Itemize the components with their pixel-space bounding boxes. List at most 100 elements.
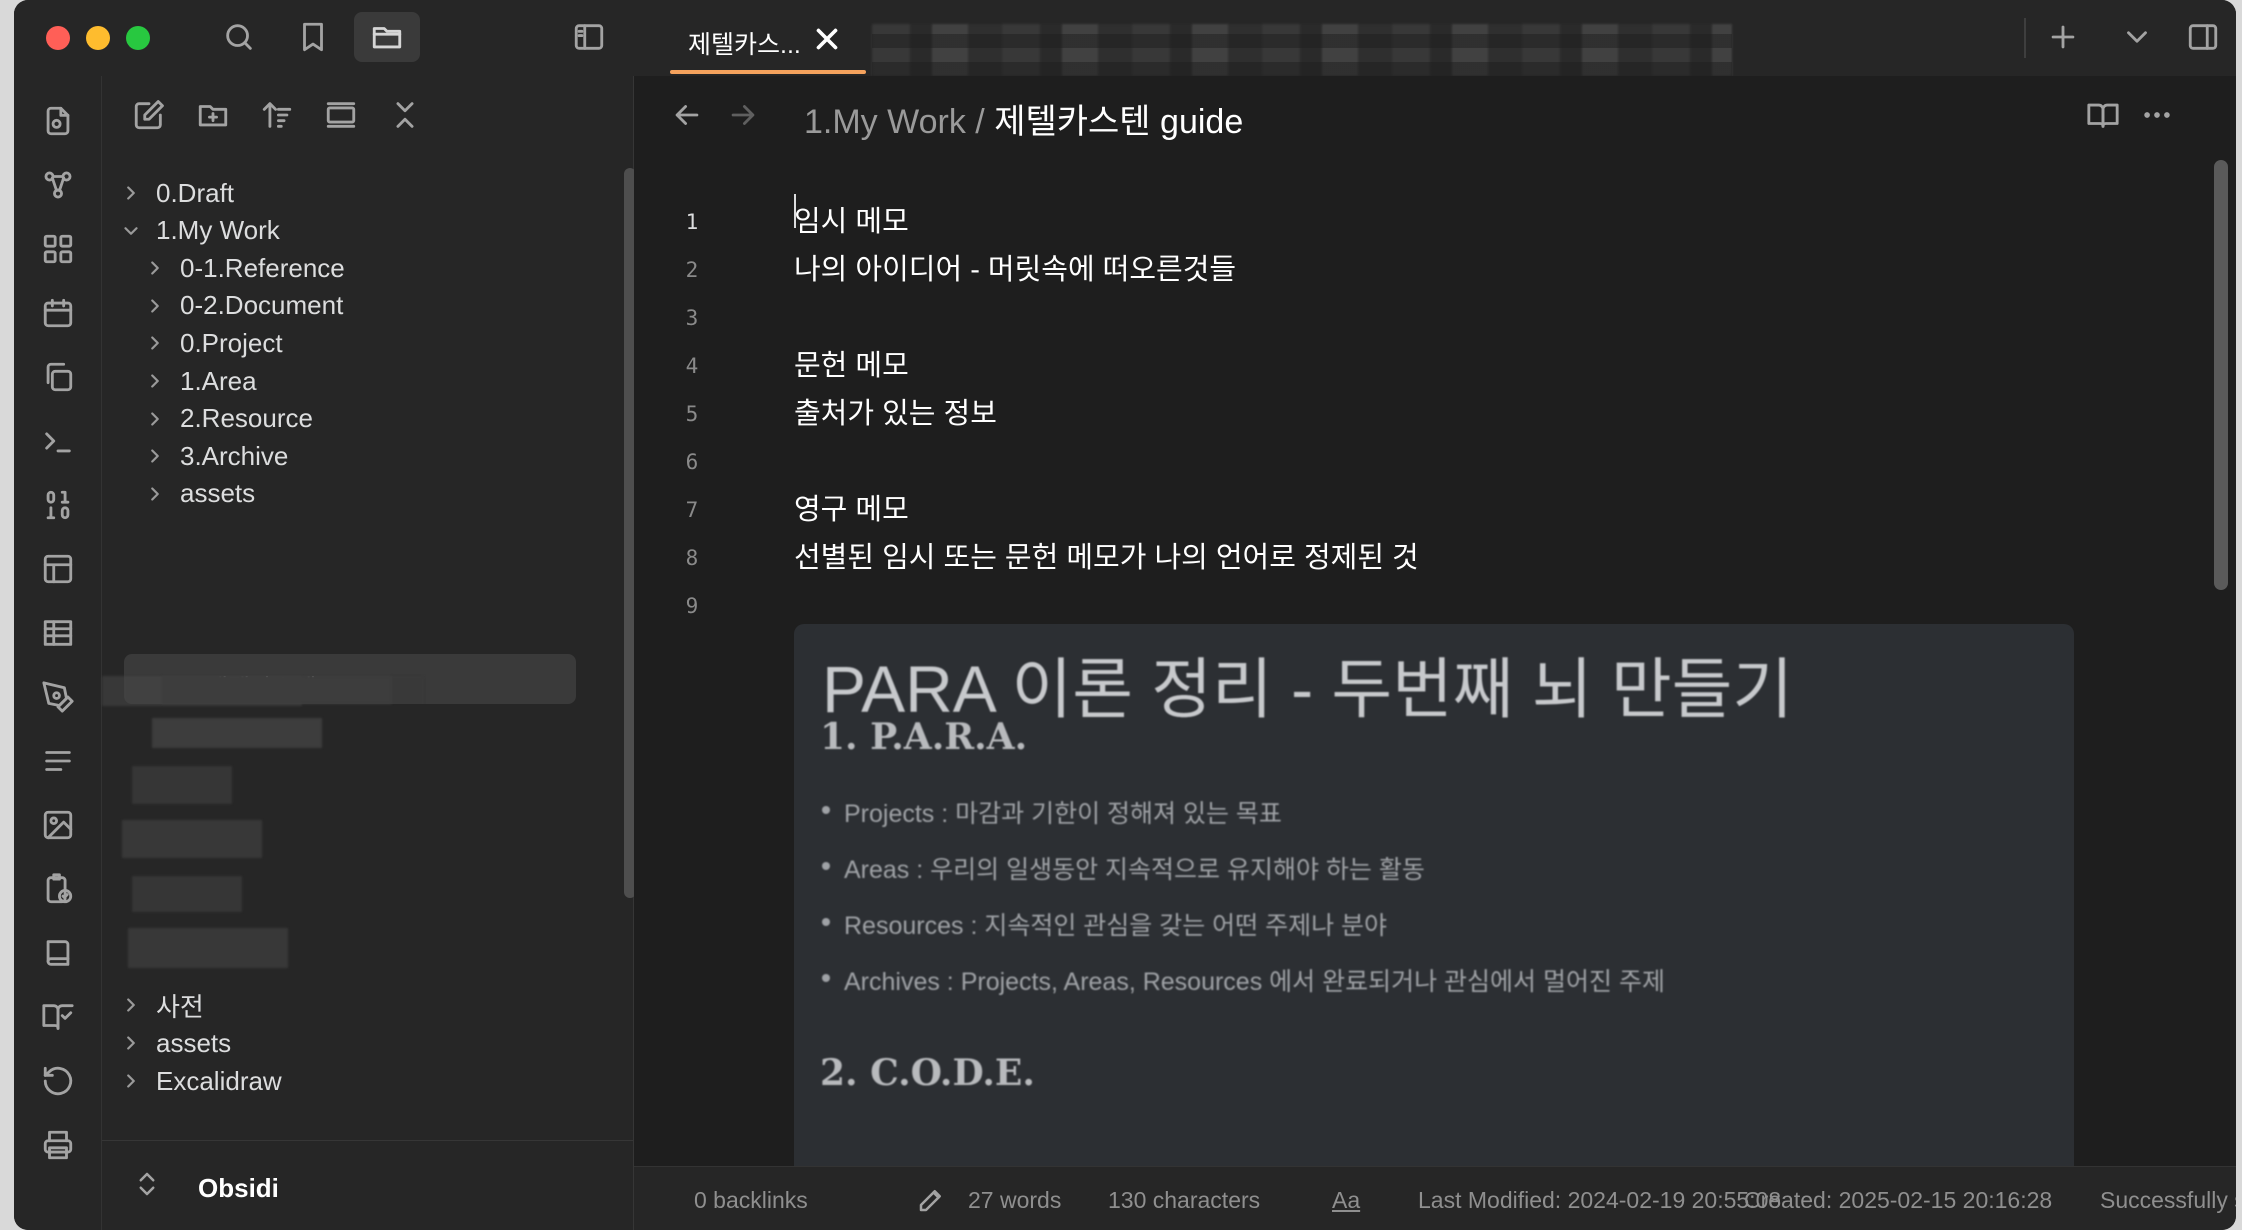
tab-list-button[interactable] [2104,12,2170,62]
app-window: 제텔카스... 0.Draft 1.My Work 0-1.Reference … [14,0,2236,1230]
tab-bar: 제텔카스... [634,0,2236,76]
breadcrumb-parent[interactable]: 1.My Work [804,103,966,141]
close-icon[interactable] [810,22,844,56]
tree-item-label: assets [180,478,256,509]
sidebar-right-icon [2188,24,2218,50]
pencil-icon[interactable] [916,1185,946,1215]
files-icon[interactable] [41,104,75,138]
bookmarks-button[interactable] [280,12,346,62]
text-caret [794,194,796,228]
line-number: 9 [685,594,699,618]
book-icon[interactable] [41,936,75,970]
line-number: 1 [685,210,699,234]
created-date: Created: 2025-02-15 20:16:28 [1744,1187,2053,1213]
chevron-right-icon [151,336,159,350]
reading-view-icon[interactable] [2086,98,2120,132]
blurred-region [152,718,322,748]
blurred-region [132,766,232,804]
embed-bullet: Projects : 마감과 기한이 정해져 있는 목표 [822,794,1282,830]
tree-item-label: 3.Archive [180,440,289,471]
arrow-left-icon[interactable] [670,98,704,132]
editor-line-text[interactable]: 선별된 임시 또는 문헌 메모가 나의 언어로 정제된 것 [794,534,1419,576]
tree-item[interactable]: assets [144,471,255,517]
chevron-up-down-icon [139,1172,155,1196]
tree-item-label: 2.Resource [180,403,313,434]
pen-icon[interactable] [41,680,75,714]
chevron-right-icon [151,411,159,426]
ribbon [14,76,102,1230]
chevron-right-icon [151,449,159,463]
blurred-region [132,876,242,912]
tree-item-label: 0-2.Document [180,290,344,321]
tree-item-label: 0.Project [180,327,283,358]
editor-line-text[interactable]: 나의 아이디어 - 머릿속에 떠오른것들 [794,246,1236,288]
chevron-right-icon [151,261,159,275]
line-number: 3 [685,306,699,330]
binary-icon[interactable] [41,488,75,522]
table-icon[interactable] [41,616,75,650]
tree-item-label: 1.My Work [156,215,280,246]
editor-line-text[interactable]: 문헌 메모 [794,342,909,384]
toggle-right-sidebar-button[interactable] [2170,12,2236,62]
tab-title: 제텔카스... [688,31,801,59]
embed-heading-2: 2. C.O.D.E. [820,1052,1035,1094]
editor-line-text[interactable]: 영구 메모 [794,486,909,528]
tree-item-label: 사전 [156,991,204,1022]
tree-item-label: 0.Draft [156,177,235,208]
printer-icon[interactable] [41,1128,75,1162]
book-check-icon[interactable] [41,1000,75,1034]
auto-reveal-icon[interactable] [324,98,358,132]
vault-name: Obsidi [198,1173,279,1203]
new-tab-button[interactable] [2030,12,2096,62]
editor-scrollbar[interactable] [2214,160,2228,590]
close-window-button[interactable] [46,26,70,50]
image-icon[interactable] [41,808,75,842]
explorer-toolbar [132,98,422,132]
new-note-icon[interactable] [132,98,166,132]
dashboard-icon[interactable] [41,232,75,266]
editor-line-text[interactable]: 임시 메모 [794,198,909,240]
character-count: 130 characters [1108,1187,1261,1213]
tree-item-label: 0-1.Reference [180,252,345,283]
copy-icon[interactable] [41,360,75,394]
zoom-window-button[interactable] [126,26,150,50]
history-icon[interactable] [41,1064,75,1098]
breadcrumb-current[interactable]: 제텔카스텐 guide [994,103,1243,141]
list-icon[interactable] [41,744,75,778]
file-explorer-button[interactable] [354,12,420,62]
sync-status[interactable]: Successfully synced just now [2100,1187,2236,1214]
editor-line-text[interactable]: 출처가 있는 정보 [794,390,997,432]
terminal-icon[interactable] [41,424,75,458]
collapse-all-icon[interactable] [388,98,422,132]
line-number: 4 [685,354,699,378]
search-icon [226,24,252,50]
backlinks-count[interactable]: 0 backlinks [694,1187,808,1214]
calendar-icon[interactable] [41,296,75,330]
clipboard-check-icon[interactable] [41,872,75,906]
graph-icon[interactable] [41,168,75,202]
layout-icon[interactable] [41,552,75,586]
more-options-icon[interactable] [2140,98,2174,132]
sidebar-header [14,0,634,76]
blurred-tabs-overlay [872,24,1732,76]
embed-bullet: Areas : 우리의 일생동안 지속적으로 유지해야 하는 활동 [822,850,1425,886]
chevron-right-icon [127,186,135,200]
tree-item[interactable]: Excalidraw [120,1058,282,1104]
status-bar: 0 backlinks 27 words 130 characters Aa L… [634,1166,2236,1230]
arrow-right-icon[interactable] [726,98,760,132]
toggle-left-sidebar-button[interactable] [556,12,622,62]
vault-switcher[interactable]: Obsidi [102,1140,634,1230]
tab-active-indicator [670,70,866,74]
chevron-right-icon [127,998,135,1012]
embed-bullet: Archives : Projects, Areas, Resources 에서… [822,962,1665,998]
chevron-right-icon [151,487,159,501]
line-number: 5 [685,402,699,426]
sort-icon[interactable] [260,98,294,132]
tree-item-label: assets [156,1027,232,1058]
search-button[interactable] [206,12,272,62]
font-toggle[interactable]: Aa [1332,1187,1360,1214]
minimize-window-button[interactable] [86,26,110,50]
chevron-down-icon [124,226,138,235]
breadcrumb-separator: / [965,103,995,141]
new-folder-icon[interactable] [196,98,230,132]
